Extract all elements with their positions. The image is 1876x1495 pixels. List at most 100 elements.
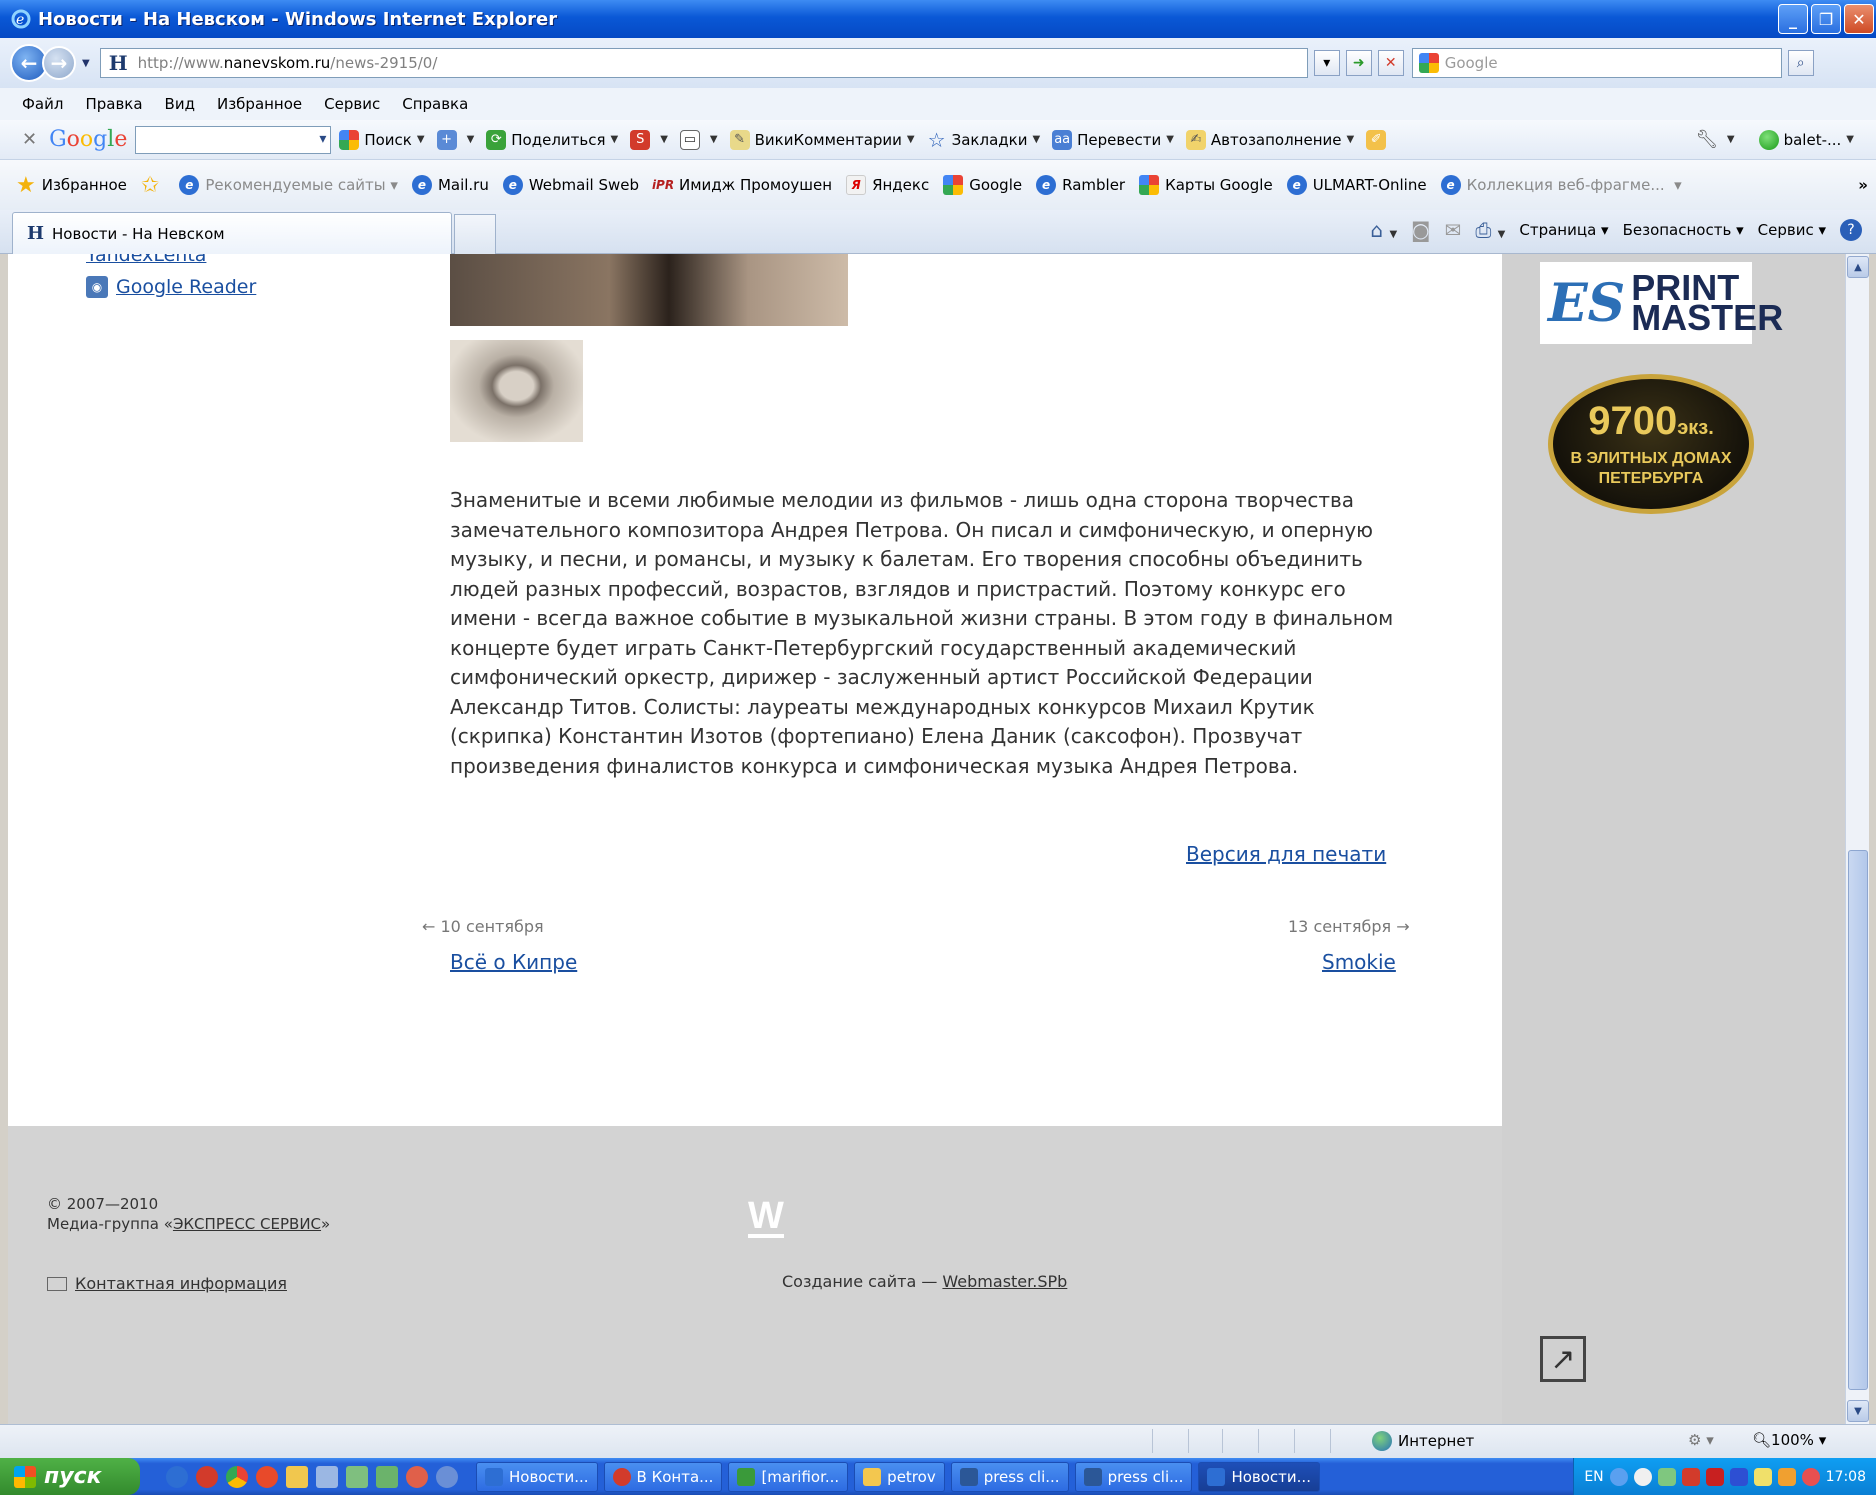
menu-file[interactable]: Файл bbox=[22, 95, 63, 113]
page-menu[interactable]: Страница ▾ bbox=[1519, 221, 1608, 239]
task-button-marifior[interactable]: [marifior... bbox=[728, 1461, 849, 1492]
fav-google-maps[interactable]: Карты Google bbox=[1139, 175, 1273, 195]
window-button[interactable]: ▭ ▼ bbox=[679, 129, 718, 150]
chevron-more-icon[interactable]: » bbox=[1858, 176, 1868, 194]
wiki-comments-button[interactable]: ✎ ВикиКомментарии ▼ bbox=[729, 129, 915, 150]
add-favorite-button[interactable]: ✩ bbox=[141, 173, 165, 198]
menu-view[interactable]: Вид bbox=[165, 95, 195, 113]
tray-settings-icon[interactable] bbox=[1633, 1467, 1652, 1486]
prev-news-link[interactable]: Всё о Кипре bbox=[450, 950, 577, 974]
highlight-button[interactable]: ✐ bbox=[1366, 129, 1391, 150]
task-button-press-2[interactable]: press cli... bbox=[1074, 1461, 1193, 1492]
circulation-badge[interactable]: 9700экз. В ЭЛИТНЫХ ДОМАХ ПЕТЕРБУРГА bbox=[1548, 374, 1754, 514]
tools-menu[interactable]: Сервис ▾ bbox=[1758, 221, 1826, 239]
google-toolbar-search-input[interactable] bbox=[135, 125, 332, 154]
fav-webmail-sweb[interactable]: e Webmail Sweb bbox=[502, 175, 639, 195]
tray-network-icon[interactable] bbox=[1657, 1467, 1676, 1486]
search-magnifier-icon[interactable]: ⌕ bbox=[1787, 50, 1814, 76]
app-icon[interactable] bbox=[286, 1465, 308, 1488]
tree-icon[interactable] bbox=[376, 1465, 398, 1488]
webmaster-link[interactable]: Webmaster.SPb bbox=[942, 1272, 1067, 1291]
fav-web-slice-gallery[interactable]: e Коллекция веб-фрагме... ▾ bbox=[1440, 175, 1682, 195]
home-icon[interactable]: ⌂ ▼ bbox=[1370, 218, 1397, 242]
chrome-icon[interactable] bbox=[226, 1465, 248, 1488]
address-dropdown-icon[interactable]: ▾ bbox=[1313, 50, 1340, 76]
search-input[interactable]: Google bbox=[1411, 48, 1782, 78]
feeds-icon[interactable]: ◙ bbox=[1411, 218, 1430, 242]
article-thumbnail[interactable] bbox=[450, 340, 583, 442]
task-button-news-1[interactable]: Новости... bbox=[476, 1461, 598, 1492]
media-icon[interactable] bbox=[406, 1465, 428, 1488]
language-indicator[interactable]: EN bbox=[1584, 1469, 1603, 1485]
vertical-scrollbar[interactable]: ▲ ▼ bbox=[1845, 254, 1869, 1424]
security-menu[interactable]: Безопасность ▾ bbox=[1623, 221, 1744, 239]
autofill-button[interactable]: ✍ Автозаполнение ▼ bbox=[1185, 129, 1354, 150]
menu-tools[interactable]: Сервис bbox=[324, 95, 380, 113]
protected-mode-icon[interactable]: ⚙ ▾ bbox=[1688, 1431, 1714, 1449]
network-icon[interactable] bbox=[346, 1465, 368, 1488]
translate-button[interactable]: аа Перевести ▼ bbox=[1052, 129, 1174, 150]
add-button[interactable]: + ▼ bbox=[436, 129, 474, 150]
tray-alert-icon[interactable] bbox=[1801, 1467, 1820, 1486]
account-button[interactable]: balet-... ▼ bbox=[1758, 129, 1854, 150]
tab-active[interactable]: Н Новости - На Невском bbox=[12, 212, 452, 254]
fav-ulmart[interactable]: e ULMART-Online bbox=[1286, 175, 1427, 195]
go-icon[interactable]: ➜ bbox=[1345, 50, 1372, 76]
scroll-thumb[interactable] bbox=[1848, 850, 1868, 1390]
webmaster-logo[interactable]: W bbox=[748, 1197, 784, 1238]
fav-recommended-sites[interactable]: e Рекомендуемые сайты ▾ bbox=[179, 175, 398, 195]
google-search-button[interactable]: Поиск ▼ bbox=[339, 129, 425, 150]
new-tab-button[interactable] bbox=[454, 214, 496, 254]
tray-security-icon[interactable] bbox=[1777, 1467, 1796, 1486]
bookmarks-button[interactable]: ☆ Закладки ▼ bbox=[927, 128, 1041, 152]
fav-google[interactable]: Google bbox=[943, 175, 1022, 195]
wrench-button[interactable]: 🔧︎ ▼ bbox=[1695, 129, 1734, 150]
print-master-banner[interactable]: ES PRINT MASTER bbox=[1540, 262, 1783, 344]
fav-yandex[interactable]: Я Яндекс bbox=[846, 175, 929, 195]
print-version-link[interactable]: Версия для печати bbox=[1186, 842, 1386, 866]
help-icon[interactable]: ? bbox=[1840, 219, 1862, 241]
next-news-link[interactable]: Smokie bbox=[1322, 950, 1396, 974]
print-icon[interactable]: ⎙ ▼ bbox=[1475, 218, 1505, 242]
google-reader-link[interactable]: Google Reader bbox=[116, 276, 256, 298]
scroll-up-icon[interactable]: ▲ bbox=[1847, 256, 1869, 278]
task-button-vkontakte[interactable]: В Конта... bbox=[603, 1461, 723, 1492]
menu-help[interactable]: Справка bbox=[402, 95, 468, 113]
tray-back-icon[interactable] bbox=[1609, 1467, 1628, 1486]
check-button[interactable]: S ▼ bbox=[630, 129, 668, 150]
yandexlenta-link[interactable]: YandexLenta bbox=[86, 254, 206, 266]
restore-button[interactable]: ❐ bbox=[1811, 4, 1841, 34]
menu-edit[interactable]: Правка bbox=[85, 95, 142, 113]
document-icon[interactable] bbox=[316, 1465, 338, 1488]
browser-icon[interactable] bbox=[256, 1465, 278, 1488]
sync-icon[interactable] bbox=[436, 1465, 458, 1488]
contact-info-link[interactable]: Контактная информация bbox=[75, 1274, 287, 1293]
share-button[interactable]: ⟳ Поделиться ▼ bbox=[486, 129, 618, 150]
menu-favorites[interactable]: Избранное bbox=[217, 95, 302, 113]
task-button-press-1[interactable]: press cli... bbox=[950, 1461, 1069, 1492]
ie-icon[interactable] bbox=[166, 1465, 188, 1488]
task-button-news-2[interactable]: Новости... bbox=[1198, 1461, 1320, 1492]
history-dropdown-icon[interactable]: ▼ bbox=[82, 58, 90, 69]
favorites-button[interactable]: ★ Избранное bbox=[16, 173, 127, 198]
opera-icon[interactable] bbox=[196, 1465, 218, 1488]
close-button[interactable]: ✕ bbox=[1844, 4, 1874, 34]
address-bar[interactable]: Н http://www. nanevskom.ru/news-2915/0/ bbox=[99, 48, 1308, 78]
forward-button[interactable]: → bbox=[42, 46, 76, 80]
media-group-link[interactable]: ЭКСПРЕСС СЕРВИС bbox=[173, 1215, 321, 1233]
start-button[interactable]: пуск bbox=[0, 1458, 140, 1495]
task-button-petrov[interactable]: petrov bbox=[854, 1461, 945, 1492]
toolbar-close-icon[interactable]: ✕ bbox=[22, 129, 37, 150]
tray-bluetooth-icon[interactable] bbox=[1729, 1467, 1748, 1486]
stop-icon[interactable]: ✕ bbox=[1377, 50, 1404, 76]
tray-mail-icon[interactable] bbox=[1753, 1467, 1772, 1486]
fav-mailru[interactable]: e Mail.ru bbox=[411, 175, 489, 195]
expand-arrow-icon[interactable]: ↗ bbox=[1540, 1336, 1586, 1382]
tray-antivirus-icon[interactable] bbox=[1681, 1467, 1700, 1486]
fav-image-promotion[interactable]: iPR Имидж Промоушен bbox=[652, 175, 832, 195]
tray-en-icon[interactable] bbox=[1705, 1467, 1724, 1486]
scroll-down-icon[interactable]: ▼ bbox=[1847, 1400, 1869, 1422]
minimize-button[interactable]: _ bbox=[1778, 4, 1808, 34]
mail-icon[interactable]: ✉ bbox=[1445, 218, 1462, 242]
zoom-level[interactable]: 🔍︎100% ▾ bbox=[1752, 1431, 1826, 1449]
